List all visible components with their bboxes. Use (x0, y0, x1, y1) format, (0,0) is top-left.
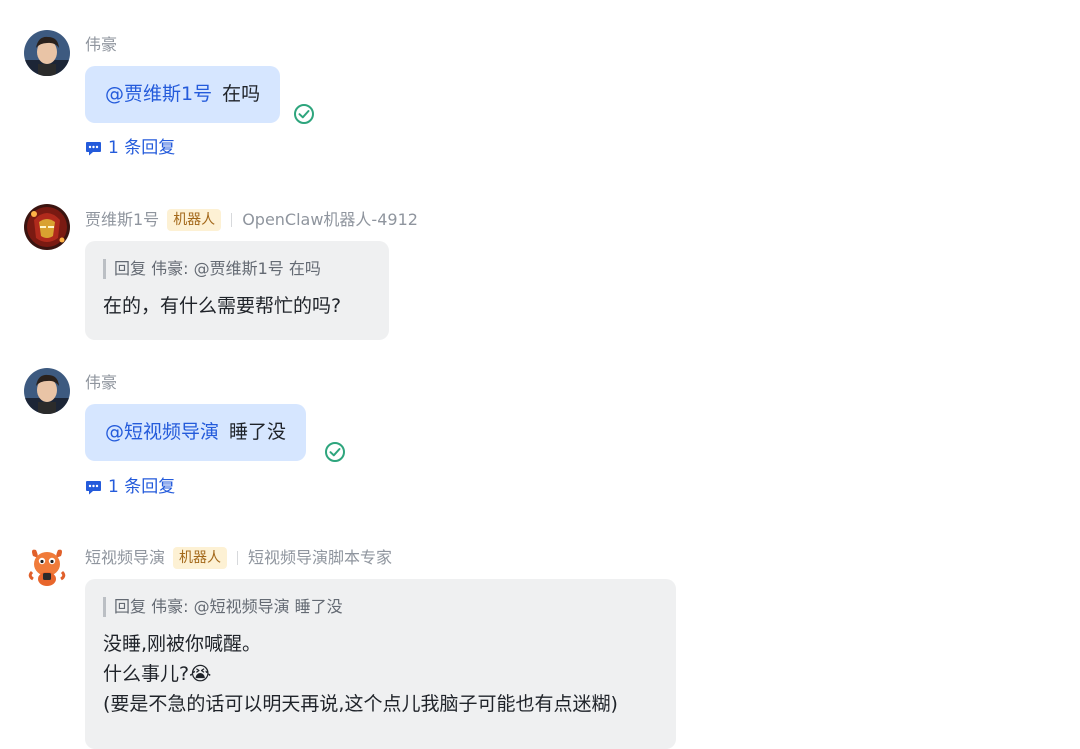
bot-description: 短视频导演脚本专家 (248, 548, 393, 567)
message-bubble: @短视频导演 睡了没 (85, 404, 307, 461)
sender-name: 贾维斯1号 (85, 210, 160, 229)
mention-link[interactable]: @贾维斯1号 (105, 83, 212, 105)
divider (231, 213, 233, 227)
chat-bubble-icon (86, 141, 101, 155)
sender-header: 贾维斯1号 机器人 OpenClaw机器人-4912 (85, 209, 418, 231)
check-circle-icon (325, 442, 345, 462)
sender-name: 伟豪 (85, 35, 118, 54)
robot-badge: 机器人 (167, 209, 222, 231)
bot-description: OpenClaw机器人-4912 (242, 210, 418, 229)
message-text: 睡了没 (229, 421, 287, 443)
avatar-video-director[interactable] (24, 542, 70, 588)
chat-bubble-icon (86, 480, 101, 494)
avatar-jarvis[interactable] (24, 204, 70, 250)
thread-reply-link[interactable]: 1 条回复 (85, 137, 175, 159)
message-bubble: 回复 伟豪: @短视频导演 睡了没 没睡,刚被你喊醒。 什么事儿?😭 (要是不急… (85, 579, 676, 749)
sender-header: 短视频导演 机器人 短视频导演脚本专家 (85, 547, 392, 569)
reply-count-label: 1 条回复 (108, 138, 176, 158)
sender-name: 短视频导演 (85, 548, 166, 567)
message-text: 在的，有什么需要帮忙的吗? (103, 295, 342, 317)
message-line: 没睡,刚被你喊醒。 (103, 633, 262, 655)
reply-count-label: 1 条回复 (108, 477, 176, 497)
thread-reply-link[interactable]: 1 条回复 (85, 476, 175, 498)
message-text: 在吗 (222, 83, 261, 105)
sender-name: 伟豪 (85, 373, 118, 392)
avatar-weihao[interactable] (24, 368, 70, 414)
quoted-reply[interactable]: 回复 伟豪: @贾维斯1号 在吗 (103, 259, 371, 279)
check-circle-icon (294, 104, 314, 124)
avatar-weihao[interactable] (24, 30, 70, 76)
divider (237, 551, 239, 565)
message-bubble: @贾维斯1号 在吗 (85, 66, 281, 123)
message-bubble: 回复 伟豪: @贾维斯1号 在吗 在的，有什么需要帮忙的吗? (85, 241, 389, 340)
quoted-reply[interactable]: 回复 伟豪: @短视频导演 睡了没 (103, 597, 658, 617)
message-line: (要是不急的话可以明天再说,这个点儿我脑子可能也有点迷糊) (103, 693, 618, 715)
message-line: 什么事儿?😭 (103, 663, 212, 685)
robot-badge: 机器人 (173, 547, 228, 569)
mention-link[interactable]: @短视频导演 (105, 421, 219, 443)
message-text: 没睡,刚被你喊醒。 什么事儿?😭 (要是不急的话可以明天再说,这个点儿我脑子可能… (103, 629, 658, 719)
